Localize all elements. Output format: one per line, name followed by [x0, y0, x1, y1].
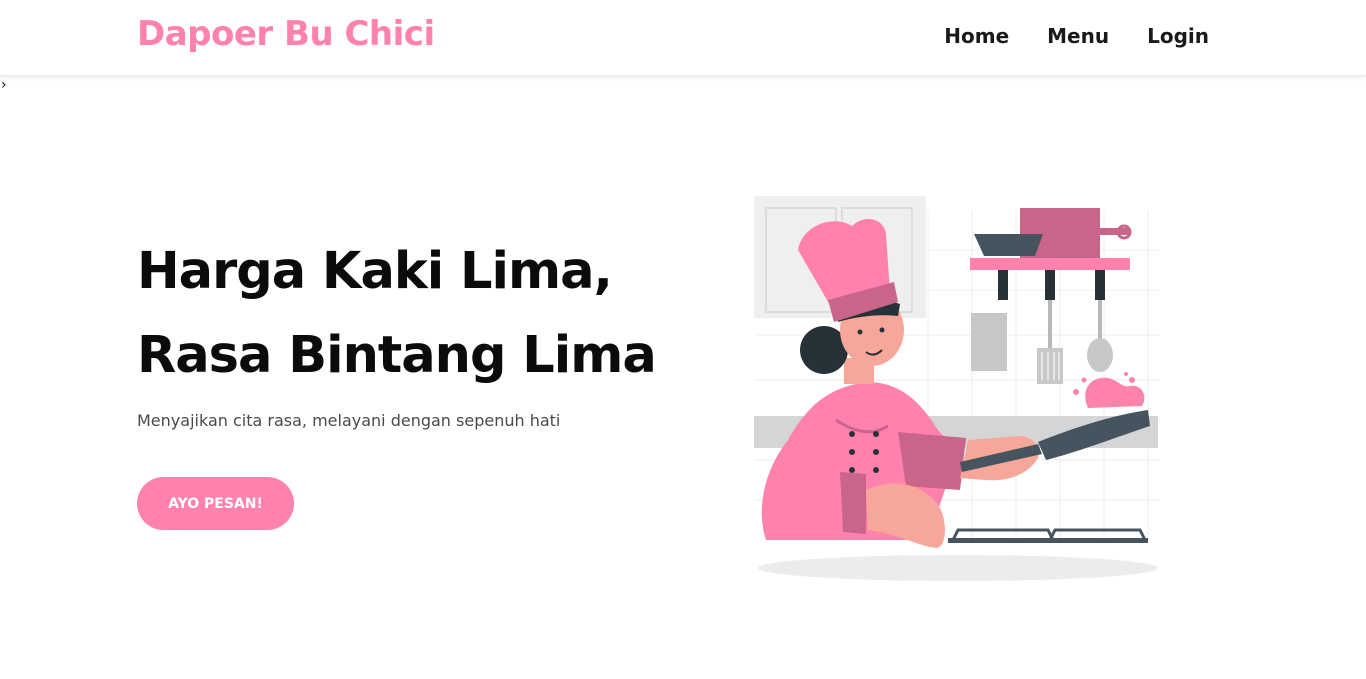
nav-login-link[interactable]: Login	[1147, 24, 1209, 48]
hero-subtitle: Menyajikan cita rasa, melayani dengan se…	[137, 411, 561, 430]
food-splash	[1073, 372, 1145, 408]
nav-menu-link[interactable]: Menu	[1047, 24, 1109, 48]
nav-home-link[interactable]: Home	[944, 24, 1009, 48]
navbar: Dapoer Bu Chici Home Menu Login	[0, 0, 1366, 76]
main-nav: Home Menu Login	[944, 24, 1209, 48]
floor-shadow	[758, 555, 1158, 581]
pot-shelf	[970, 208, 1132, 270]
stray-chevron-text: ›	[1, 77, 7, 93]
hero-title: Harga Kaki Lima, Rasa Bintang Lima	[137, 230, 657, 398]
order-now-button[interactable]: AYO PESAN!	[137, 477, 294, 530]
brand-logo[interactable]: Dapoer Bu Chici	[137, 14, 435, 54]
hero-title-line-1: Harga Kaki Lima,	[137, 242, 613, 301]
chef-cooking-illustration	[754, 196, 1160, 581]
hero-title-line-2: Rasa Bintang Lima	[137, 326, 657, 385]
hanging-utensils	[971, 270, 1113, 384]
stove	[948, 528, 1148, 543]
